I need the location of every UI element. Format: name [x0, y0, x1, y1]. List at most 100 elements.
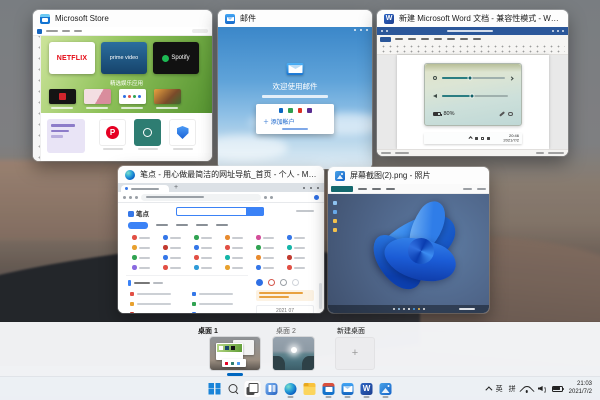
tray-overflow-chevron-icon[interactable]	[485, 386, 492, 393]
desktop-1-label[interactable]: 桌面 1	[198, 326, 218, 336]
window-title-store: Microsoft Store	[55, 14, 109, 23]
page-top-links-dash	[296, 210, 314, 212]
battery-icon[interactable]	[552, 386, 563, 392]
toolbar-dash	[477, 188, 486, 190]
window-edge[interactable]: 笔点 - 用心做最简洁的网址导航_首页 - 个人 - Microsoft Edg…	[118, 166, 324, 313]
address-bar	[141, 194, 261, 201]
ribbon-tab-dash	[434, 38, 442, 40]
ribbon-tab-dash	[460, 38, 468, 40]
exchange-provider-icon	[288, 108, 293, 113]
word-icon	[361, 383, 373, 395]
shore	[273, 356, 285, 370]
system-tray: 英 拼 21:03 2021/7/2	[485, 377, 592, 400]
toolbar-dash	[386, 188, 395, 190]
toolbar-dash	[463, 188, 472, 190]
store-icon	[323, 383, 335, 395]
quick-action-circles	[256, 279, 316, 286]
window-mail[interactable]: 邮件 欢迎使用邮件 ＋ 添加帐户	[218, 10, 372, 169]
store-nav-dash	[74, 30, 82, 32]
photos-taskbar-button[interactable]	[377, 380, 395, 398]
control-dot	[317, 187, 319, 189]
plus-icon: +	[352, 348, 358, 359]
desktop-2-label[interactable]: 桌面 2	[276, 326, 296, 336]
window-title-edge: 笔点 - 用心做最简洁的网址导航_首页 - 个人 - Microsoft Edg…	[140, 169, 317, 180]
start-button[interactable]	[206, 380, 224, 398]
pinterest-icon	[106, 126, 119, 139]
store-taskbar-button[interactable]	[320, 380, 338, 398]
screenshot-date: 2021/7/2	[503, 139, 519, 144]
edge-thumbnail: 笔点 2021 07	[118, 183, 324, 313]
desktop-2-thumbnail[interactable]	[273, 337, 314, 370]
yahoo-provider-icon	[307, 108, 312, 113]
bidian-logo: 笔点	[128, 208, 149, 218]
titlebar-dot	[381, 30, 383, 32]
desktop-1-thumbnail[interactable]	[210, 337, 260, 370]
brightness-slider-row	[433, 76, 513, 80]
photos-collection-button	[331, 186, 353, 192]
new-desktop-button[interactable]: +	[335, 337, 375, 370]
store-nav-dash	[46, 30, 58, 32]
toolbar-dash	[372, 188, 381, 190]
window-photos[interactable]: 屏幕截图(2).png - 照片	[328, 167, 489, 313]
window-header-word: 新建 Microsoft Word 文档 - 兼容性模式 - Word	[377, 10, 568, 27]
word-ribbon-buttons	[380, 44, 565, 53]
section-accent-bar	[128, 280, 131, 286]
control-dot	[303, 187, 305, 189]
mini-ime-icon	[481, 137, 484, 140]
category-dash	[216, 224, 228, 226]
clock[interactable]: 21:03 2021/7/2	[569, 381, 592, 396]
wifi-icon[interactable]	[522, 385, 532, 393]
account-provider-icons	[256, 108, 334, 113]
back-icon	[123, 196, 126, 199]
cloud	[218, 135, 288, 161]
widgets-button[interactable]	[263, 380, 281, 398]
ime-pinyin-indicator[interactable]: 拼	[509, 384, 516, 394]
store-sidebar	[33, 36, 41, 161]
circle-icon	[292, 279, 299, 286]
prime-video-label: prime video	[110, 55, 138, 61]
url-text-dash	[146, 196, 204, 198]
screenshot-clock: 20:46 2021/7/2	[506, 134, 519, 143]
window-header-edge: 笔点 - 用心做最简洁的网址导航_首页 - 个人 - Microsoft Edg…	[118, 166, 324, 183]
spotify-logo-icon	[162, 55, 169, 62]
ime-language-indicator[interactable]: 英	[496, 384, 503, 394]
forward-icon	[129, 196, 132, 199]
word-app-icon	[384, 14, 394, 24]
page-nav-row	[128, 222, 228, 229]
mini-ime-icon	[475, 137, 478, 140]
window-title-word: 新建 Microsoft Word 文档 - 兼容性模式 - Word	[399, 13, 561, 24]
status-dash	[381, 152, 391, 154]
volume-icon[interactable]	[538, 385, 546, 393]
sun	[291, 347, 297, 353]
word-titlebar-text-bar	[447, 30, 493, 33]
store-titlebar	[33, 27, 212, 36]
window-word[interactable]: 新建 Microsoft Word 文档 - 兼容性模式 - Word	[377, 10, 568, 156]
mail-background: 欢迎使用邮件 ＋ 添加帐户	[218, 27, 372, 169]
photo-bloom-wallpaper	[328, 194, 489, 313]
window-header-mail: 邮件	[218, 10, 372, 27]
word-titlebar	[377, 27, 568, 35]
search-button[interactable]	[225, 380, 243, 398]
profile-avatar	[314, 195, 319, 200]
word-taskbar-button[interactable]	[358, 380, 376, 398]
page-search-box	[176, 207, 264, 216]
file-explorer-button[interactable]	[301, 380, 319, 398]
photos-thumbnail	[328, 184, 489, 313]
widgets-icon	[266, 383, 278, 395]
folder-icon	[304, 383, 316, 395]
mail-welcome-text: 欢迎使用邮件	[218, 81, 372, 92]
mail-taskbar-button[interactable]	[339, 380, 357, 398]
edge-page-content: 笔点 2021 07	[118, 203, 324, 313]
volume-icon	[433, 94, 437, 98]
edge-taskbar-button[interactable]	[282, 380, 300, 398]
add-account-link: ＋ 添加帐户	[263, 117, 295, 126]
list-item-labels	[137, 293, 171, 295]
spotify-label: Spotify	[171, 55, 189, 61]
task-view-icon	[247, 383, 259, 395]
word-status-bar	[377, 149, 568, 156]
titlebar-dot	[557, 30, 559, 32]
new-desktop-label[interactable]: 新建桌面	[337, 326, 365, 336]
window-microsoft-store[interactable]: Microsoft Store NETFLIX prime video Spot…	[33, 10, 212, 161]
task-view-button[interactable]	[244, 380, 262, 398]
slider-fill	[442, 77, 471, 79]
